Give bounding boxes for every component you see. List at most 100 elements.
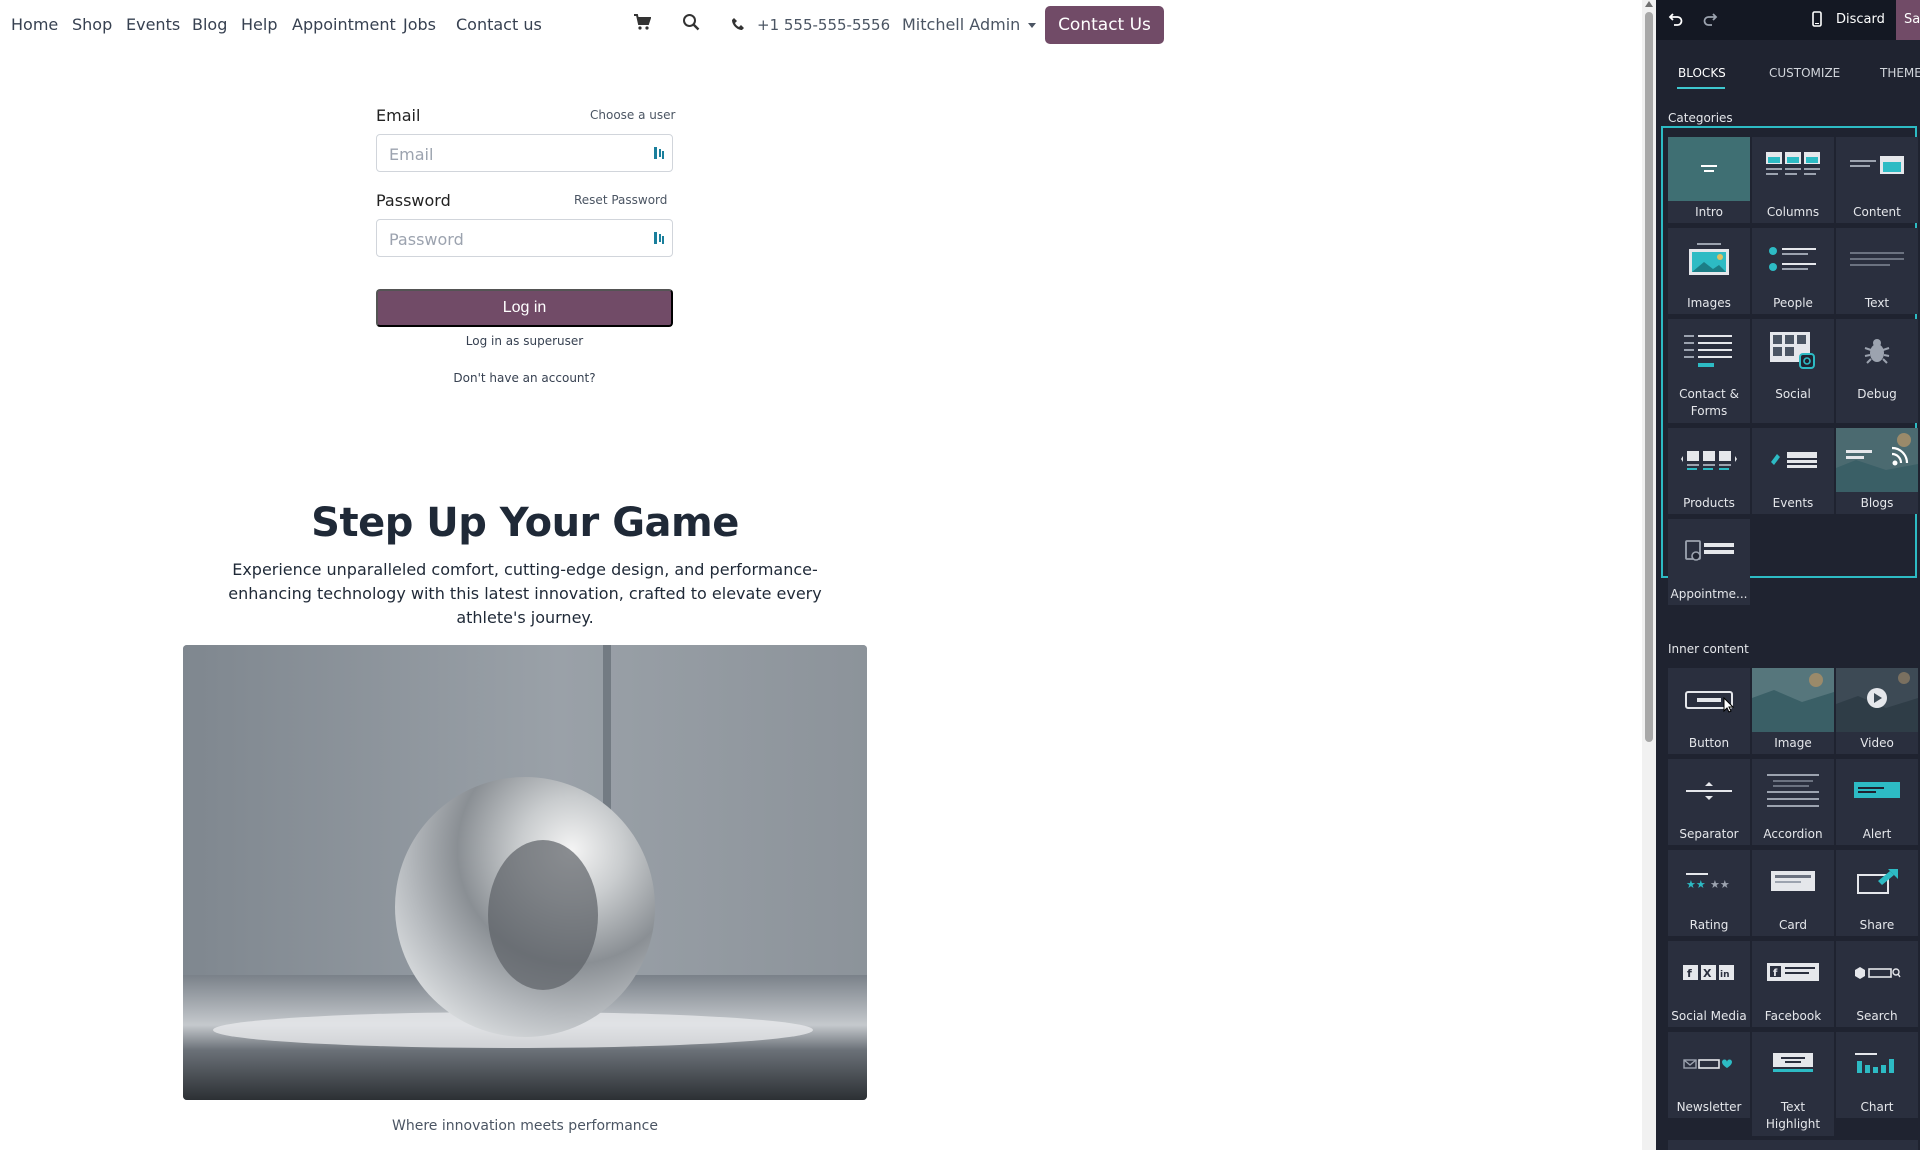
card-icon: [1752, 850, 1834, 914]
svg-text:★★: ★★: [1686, 878, 1706, 891]
phone-number[interactable]: +1 555-555-5556: [757, 16, 890, 34]
nav-home[interactable]: Home: [11, 15, 58, 34]
block-label: Newsletter: [1676, 1100, 1742, 1114]
editor-tabs: BLOCKS CUSTOMIZE THEME: [1656, 56, 1920, 90]
columns-icon: [1752, 137, 1834, 201]
block-inner-newsletter[interactable]: Newsletter: [1668, 1032, 1750, 1118]
block-category-text[interactable]: Text: [1836, 228, 1918, 314]
text-highlight-icon: [1752, 1032, 1834, 1096]
block-label: People: [1773, 296, 1813, 310]
block-inner-accordion[interactable]: Accordion: [1752, 759, 1834, 845]
page-scrollbar[interactable]: [1642, 0, 1656, 1150]
tab-theme[interactable]: THEME: [1880, 66, 1920, 80]
block-inner-alert[interactable]: Alert: [1836, 759, 1918, 845]
block-category-blogs[interactable]: Blogs: [1836, 428, 1918, 514]
scroll-up-arrow-icon[interactable]: [1645, 1, 1653, 7]
video-icon: [1836, 668, 1918, 732]
debug-icon: [1836, 319, 1918, 383]
block-label: Debug: [1857, 387, 1897, 401]
block-label: Content: [1853, 205, 1901, 219]
cart-icon[interactable]: [633, 13, 653, 33]
block-inner-video[interactable]: Video: [1836, 668, 1918, 754]
block-label: Social: [1775, 387, 1811, 401]
block-inner-card[interactable]: Card: [1752, 850, 1834, 936]
rating-icon: ★★ ★★: [1668, 850, 1750, 914]
phone-icon: [731, 16, 751, 36]
block-inner-facebook[interactable]: f Facebook: [1752, 941, 1834, 1027]
events-icon: [1752, 428, 1834, 492]
nav-jobs[interactable]: Jobs: [403, 15, 436, 34]
search-icon[interactable]: [682, 13, 702, 33]
block-inner-separator[interactable]: Separator: [1668, 759, 1750, 845]
nav-events[interactable]: Events: [126, 15, 180, 34]
website-preview: Home Shop Events Blog Help Appointment J…: [0, 0, 1642, 1150]
mobile-preview-icon[interactable]: [1809, 11, 1825, 27]
block-label: Facebook: [1764, 1009, 1822, 1023]
nav-appointment[interactable]: Appointment: [292, 15, 396, 34]
block-label: Card: [1778, 918, 1808, 932]
hero-description: Experience unparalleled comfort, cutting…: [228, 560, 822, 627]
signup-link[interactable]: Don't have an account?: [376, 371, 673, 385]
keeper-icon[interactable]: [652, 230, 666, 246]
contact-forms-icon: [1668, 319, 1750, 383]
blogs-icon: [1836, 428, 1918, 492]
block-inner-share[interactable]: Share: [1836, 850, 1918, 936]
block-category-content[interactable]: Content: [1836, 137, 1918, 223]
content-icon: [1836, 137, 1918, 201]
redo-icon[interactable]: [1702, 11, 1718, 27]
keeper-icon[interactable]: [652, 145, 666, 161]
hero-image[interactable]: [183, 645, 867, 1100]
block-inner-chart[interactable]: Chart: [1836, 1032, 1918, 1118]
login-button[interactable]: Log in: [376, 289, 673, 327]
hero-caption: Where innovation meets performance: [392, 1118, 658, 1134]
button-icon: [1668, 668, 1750, 732]
password-label: Password: [376, 191, 451, 210]
block-category-images[interactable]: Images: [1668, 228, 1750, 314]
block-label: Appointme...: [1670, 587, 1748, 601]
top-navigation: Home Shop Events Blog Help Appointment J…: [0, 0, 1642, 50]
block-label: Columns: [1766, 205, 1820, 219]
categories-heading: Categories: [1668, 111, 1733, 125]
nav-blog[interactable]: Blog: [192, 15, 227, 34]
reset-password-link[interactable]: Reset Password: [574, 193, 667, 207]
user-menu[interactable]: Mitchell Admin: [902, 15, 1037, 34]
block-inner-search[interactable]: Search: [1836, 941, 1918, 1027]
tab-customize[interactable]: CUSTOMIZE: [1769, 66, 1840, 80]
svg-text:f: f: [1773, 968, 1778, 979]
superuser-link[interactable]: Log in as superuser: [376, 334, 673, 348]
discard-button[interactable]: Discard: [1836, 12, 1885, 27]
block-inner-social-media[interactable]: f Xin Social Media: [1668, 941, 1750, 1027]
email-field[interactable]: Email: [376, 134, 673, 172]
block-inner-button[interactable]: Button: [1668, 668, 1750, 754]
block-category-appointment[interactable]: Appointme...: [1668, 519, 1750, 605]
block-category-events[interactable]: Events: [1752, 428, 1834, 514]
block-label: Video: [1860, 736, 1894, 750]
nav-contact-us[interactable]: Contact us: [456, 15, 542, 34]
block-category-social[interactable]: Social: [1752, 319, 1834, 423]
svg-text:X: X: [1703, 967, 1712, 980]
block-category-columns[interactable]: Columns: [1752, 137, 1834, 223]
nav-help[interactable]: Help: [241, 15, 277, 34]
block-label: Contact & Forms: [1679, 387, 1739, 418]
block-category-contact-forms[interactable]: Contact & Forms: [1668, 319, 1750, 423]
block-label: Images: [1687, 296, 1731, 310]
block-inner-text-highlight[interactable]: Text Highlight: [1752, 1032, 1834, 1136]
svg-text:f: f: [1687, 967, 1692, 980]
nav-shop[interactable]: Shop: [72, 15, 112, 34]
block-category-intro[interactable]: Intro: [1668, 137, 1750, 223]
undo-icon[interactable]: [1668, 11, 1684, 27]
block-inner-image[interactable]: Image: [1752, 668, 1834, 754]
contact-us-button[interactable]: Contact Us: [1045, 6, 1164, 44]
block-inner-rating[interactable]: ★★ ★★ Rating: [1668, 850, 1750, 936]
block-category-people[interactable]: People: [1752, 228, 1834, 314]
tab-blocks[interactable]: BLOCKS: [1678, 66, 1726, 80]
password-field[interactable]: Password: [376, 219, 673, 257]
block-category-debug[interactable]: Debug: [1836, 319, 1918, 423]
scrollbar-thumb[interactable]: [1645, 12, 1653, 742]
people-icon: [1752, 228, 1834, 292]
svg-text:★★: ★★: [1710, 878, 1730, 891]
block-category-products[interactable]: Products: [1668, 428, 1750, 514]
share-icon: [1836, 850, 1918, 914]
choose-user-link[interactable]: Choose a user: [590, 108, 675, 122]
save-button[interactable]: Save: [1896, 0, 1920, 40]
